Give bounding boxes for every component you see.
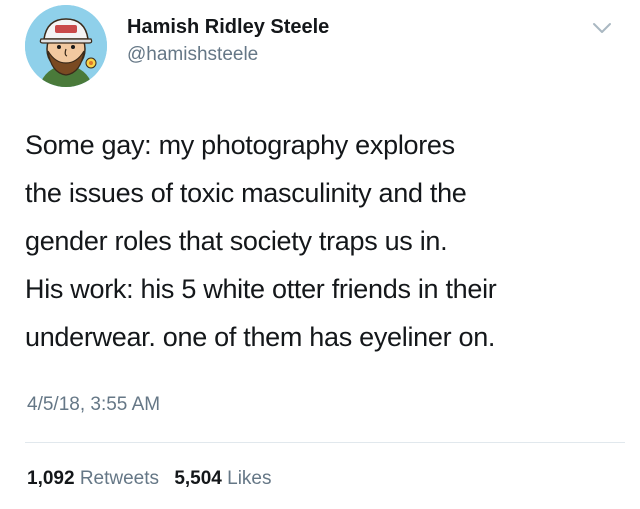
likes-count: 5,504	[174, 468, 222, 489]
likes-label: Likes	[227, 468, 272, 489]
tweet-text-line: Some gay: my photography explores	[25, 130, 455, 160]
divider	[25, 442, 625, 443]
cartoon-avatar-icon	[25, 5, 107, 87]
retweets-count: 1,092	[27, 468, 75, 489]
author-avatar[interactable]	[25, 5, 107, 87]
retweets-label: Retweets	[79, 468, 160, 489]
author-display-name[interactable]: Hamish Ridley Steele	[127, 14, 329, 40]
author-info: Hamish Ridley Steele @hamishsteele	[127, 14, 329, 68]
tweet-text-line: underwear. one of them has eyeliner on.	[25, 322, 496, 352]
tweet-text: Some gay: my photography explores the is…	[25, 121, 625, 361]
tweet-text-line: the issues of toxic masculinity and the	[25, 178, 467, 208]
tweet-text-line: His work: his 5 white otter friends in t…	[25, 274, 497, 304]
tweet-timestamp[interactable]: 4/5/18, 3:55 AM	[27, 394, 160, 416]
retweets-stat[interactable]: 1,092 Retweets	[27, 468, 164, 489]
tweet-text-line: gender roles that society traps us in.	[25, 226, 448, 256]
author-handle[interactable]: @hamishsteele	[127, 42, 329, 68]
tweet-card: Hamish Ridley Steele @hamishsteele Some …	[0, 0, 640, 509]
chevron-down-icon[interactable]	[591, 20, 613, 36]
tweet-stats: 1,092 Retweets 5,504 Likes	[27, 468, 272, 490]
likes-stat[interactable]: 5,504 Likes	[174, 468, 271, 489]
